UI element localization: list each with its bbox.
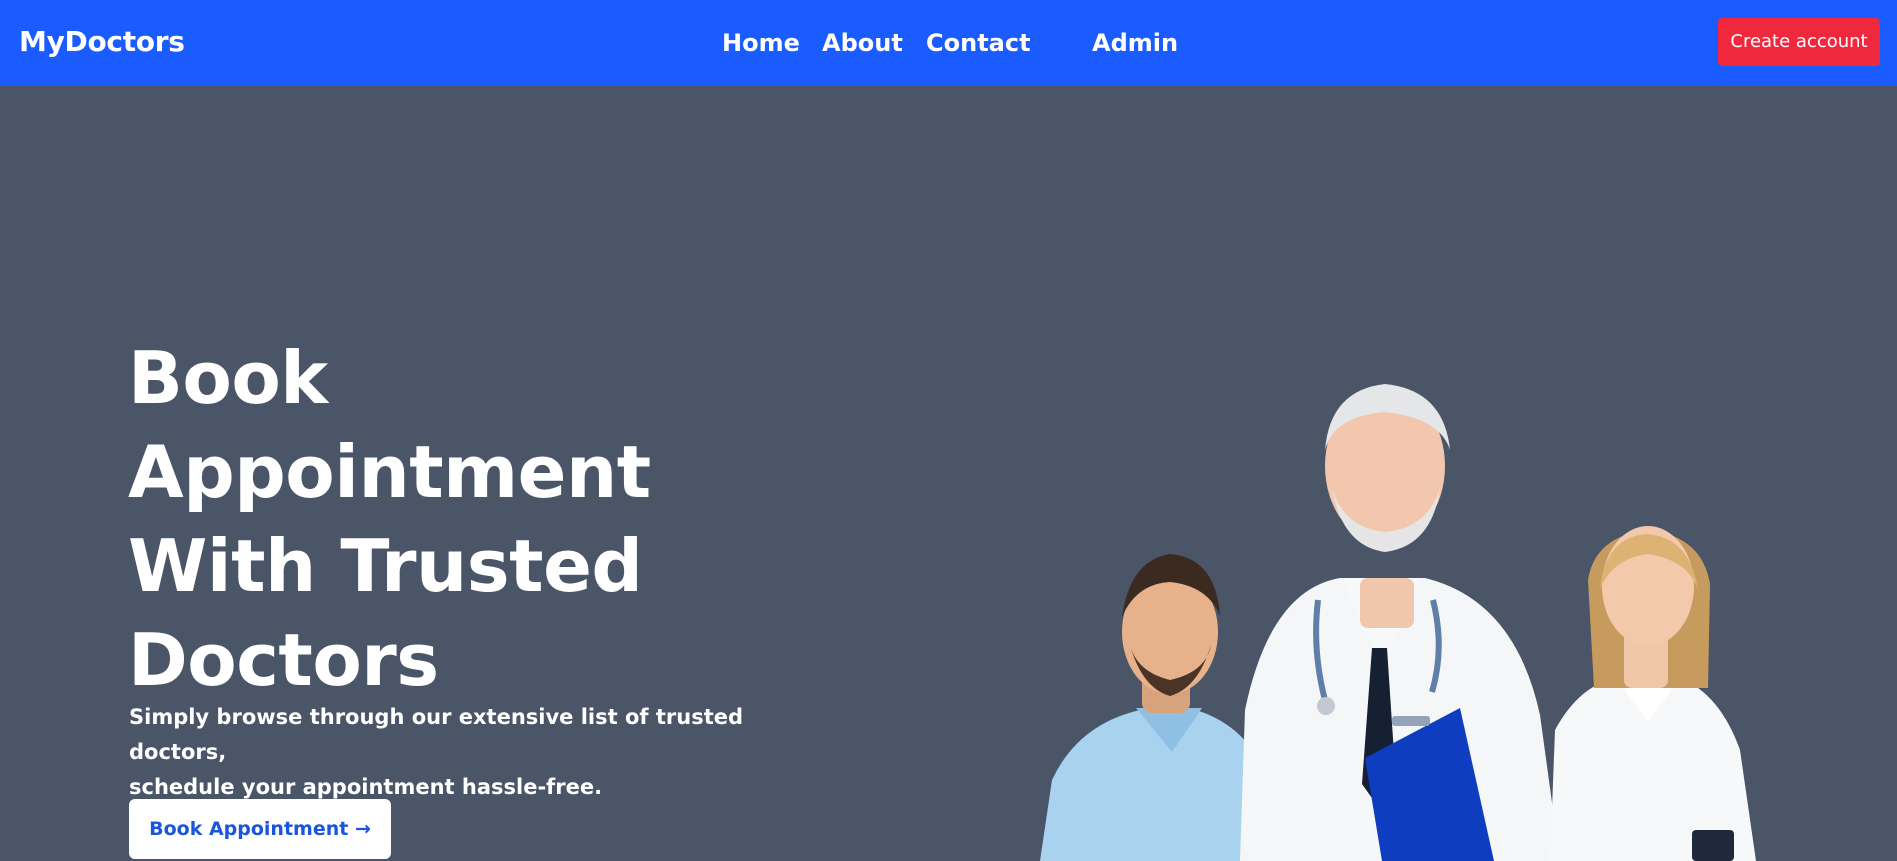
hero-title-line: Book bbox=[128, 336, 328, 420]
doctor-right-figure bbox=[1550, 526, 1756, 861]
nav-link-home[interactable]: Home bbox=[722, 24, 800, 62]
top-navbar: MyDoctors Home About Contact Admin Creat… bbox=[0, 0, 1897, 86]
hero-title-line: Appointment bbox=[128, 430, 651, 514]
hero-subtitle-line: schedule your appointment hassle-free. bbox=[129, 775, 603, 799]
hero-title-line: Doctors bbox=[128, 618, 439, 702]
nav-link-admin[interactable]: Admin bbox=[1092, 24, 1178, 62]
nav-link-contact[interactable]: Contact bbox=[926, 24, 1031, 62]
hero-title: Book Appointment With Trusted Doctors bbox=[128, 331, 651, 707]
hero-title-line: With Trusted bbox=[128, 524, 643, 608]
create-account-button[interactable]: Create account bbox=[1718, 18, 1880, 66]
hero-subtitle: Simply browse through our extensive list… bbox=[129, 700, 789, 805]
hero-subtitle-line: Simply browse through our extensive list… bbox=[129, 705, 744, 764]
nav-link-about[interactable]: About bbox=[822, 24, 903, 62]
doctor-center-figure bbox=[1240, 384, 1560, 861]
book-appointment-button[interactable]: Book Appointment → bbox=[129, 799, 391, 859]
brand-logo[interactable]: MyDoctors bbox=[19, 24, 185, 60]
doctors-hero-image bbox=[1040, 384, 1756, 861]
